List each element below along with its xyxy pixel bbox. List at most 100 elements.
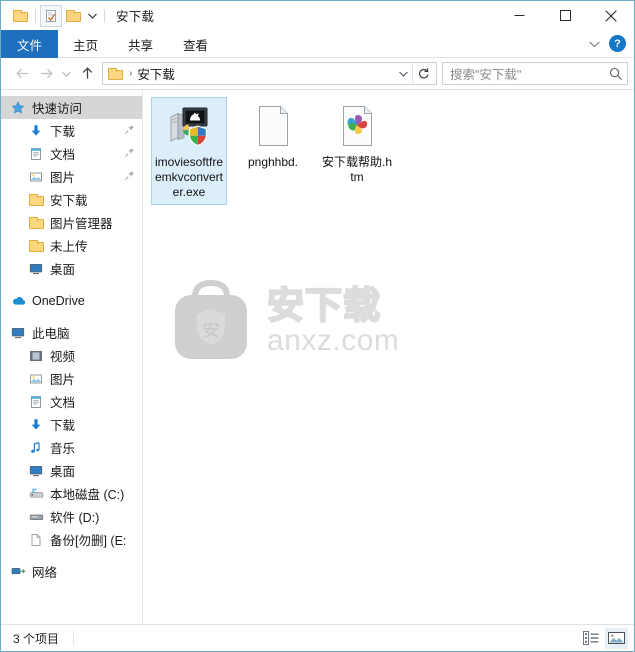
qat-folder-icon[interactable] [9, 5, 31, 27]
sidebar-item-label: 图片管理器 [50, 217, 113, 231]
back-arrow-icon [15, 68, 28, 79]
navigation-bar: › 安下载 搜索"安下载" [1, 58, 634, 89]
sidebar-item-label: 图片 [50, 171, 76, 185]
sidebar-item-quick-access[interactable]: 快速访问 [1, 96, 142, 119]
tab-file[interactable]: 文件 [1, 30, 59, 58]
file-grid: imoviesoftfreemkvconverter.exe pnghhbd. [143, 90, 634, 207]
sidebar-item-music[interactable]: 音乐 [1, 436, 142, 459]
search-box[interactable]: 搜索"安下载" [442, 62, 628, 85]
sidebar-item-downloads-qa[interactable]: 下载 [1, 119, 142, 142]
pin-icon[interactable] [124, 147, 138, 161]
sidebar-item-anxiazai[interactable]: 安下载 [1, 188, 142, 211]
ribbon-collapse-button[interactable] [589, 37, 600, 51]
sidebar-item-network[interactable]: 网络 [1, 560, 142, 583]
search-input[interactable]: 搜索"安下载" [450, 64, 609, 83]
sidebar-item-label: 桌面 [50, 263, 76, 277]
sidebar-item-pictures[interactable]: 图片 [1, 367, 142, 390]
maximize-icon [559, 10, 571, 21]
new-folder-icon [65, 9, 81, 22]
window-title: 安下载 [116, 10, 155, 24]
sidebar-item-drive-e[interactable]: 备份[勿删] (E: [1, 528, 142, 551]
back-button[interactable] [10, 62, 34, 86]
chevron-down-icon [87, 13, 97, 19]
tab-home[interactable]: 主页 [58, 30, 113, 58]
maximize-button[interactable] [542, 1, 588, 30]
item-count: 3 个项目 [13, 631, 60, 646]
sidebar-item-videos[interactable]: 视频 [1, 344, 142, 367]
sidebar-item-pictures-qa[interactable]: 图片 [1, 165, 142, 188]
sidebar-item-label: 未上传 [50, 240, 88, 254]
address-dropdown-button[interactable] [394, 71, 412, 77]
videos-icon [28, 348, 44, 364]
drive-icon [28, 509, 44, 525]
blank-drive-icon [28, 532, 44, 548]
shield-char: 安 [203, 321, 220, 340]
sidebar-item-label: 下载 [50, 125, 76, 139]
file-name: pnghhbd. [247, 155, 299, 169]
pictures-icon [28, 169, 44, 185]
installer-exe-icon [165, 102, 213, 150]
qat-separator-2 [104, 8, 105, 23]
file-item[interactable]: imoviesoftfreemkvconverter.exe [151, 97, 227, 205]
file-item[interactable]: 安下载帮助.htm [319, 97, 395, 205]
sidebar-item-downloads[interactable]: 下载 [1, 413, 142, 436]
folder-icon [28, 238, 44, 254]
search-icon[interactable] [609, 67, 623, 81]
sidebar-item-documents[interactable]: 文档 [1, 390, 142, 413]
properties-checkmark-icon [46, 9, 56, 22]
help-button[interactable]: ? [609, 35, 626, 52]
qat-properties-button[interactable] [40, 4, 62, 27]
sidebar-item-this-pc[interactable]: 此电脑 [1, 321, 142, 344]
watermark-text: 安下载 anxz.com [266, 286, 399, 356]
sidebar-item-label: 文档 [50, 396, 76, 410]
documents-icon [28, 146, 44, 162]
sidebar-item-picture-manager[interactable]: 图片管理器 [1, 211, 142, 234]
breadcrumb-separator[interactable]: › [129, 68, 132, 79]
sidebar-item-desktop-qa[interactable]: 桌面 [1, 257, 142, 280]
sidebar-item-drive-d[interactable]: 软件 (D:) [1, 505, 142, 528]
details-view-button[interactable] [579, 628, 602, 649]
sidebar-item-desktop[interactable]: 桌面 [1, 459, 142, 482]
tab-share[interactable]: 共享 [113, 30, 168, 58]
sidebar-item-label: 文档 [50, 148, 76, 162]
qat-customize-button[interactable] [84, 5, 100, 27]
network-icon [10, 564, 26, 580]
file-item[interactable]: pnghhbd. [235, 97, 311, 205]
address-bar[interactable]: › 安下载 [102, 62, 437, 85]
forward-button[interactable] [34, 62, 58, 86]
html-pinwheel-icon [333, 102, 381, 150]
close-button[interactable] [588, 1, 634, 30]
window-controls [496, 1, 634, 30]
breadcrumb-current-folder[interactable]: 安下载 [137, 64, 175, 83]
sidebar-item-label: 此电脑 [32, 327, 70, 341]
onedrive-cloud-icon [10, 293, 26, 309]
tab-view[interactable]: 查看 [168, 30, 223, 58]
pin-icon[interactable] [124, 124, 138, 138]
documents-icon [28, 394, 44, 410]
navigation-pane[interactable]: 快速访问 下载 文档 图片 安下载 图片管理器 未上传 桌面 OneDrive … [1, 90, 143, 624]
qat-new-folder-button[interactable] [62, 5, 84, 27]
title-bar: 安下载 [1, 1, 634, 30]
sidebar-item-drive-c[interactable]: 本地磁盘 (C:) [1, 482, 142, 505]
chevron-down-icon [589, 41, 600, 47]
sidebar-item-not-uploaded[interactable]: 未上传 [1, 234, 142, 257]
minimize-button[interactable] [496, 1, 542, 30]
folder-icon [28, 215, 44, 231]
this-pc-icon [10, 325, 26, 341]
file-list-pane[interactable]: imoviesoftfreemkvconverter.exe pnghhbd. [143, 90, 634, 624]
sidebar-item-label: 快速访问 [32, 102, 83, 116]
up-button[interactable] [75, 62, 99, 86]
sidebar-item-onedrive[interactable]: OneDrive [1, 289, 142, 312]
details-view-icon [582, 631, 598, 645]
large-icons-view-button[interactable] [605, 627, 628, 649]
pin-icon[interactable] [124, 170, 138, 184]
refresh-button[interactable] [412, 62, 434, 85]
recent-locations-button[interactable] [58, 62, 75, 86]
watermark: 安 安下载 anxz.com [165, 275, 399, 367]
sidebar-item-documents-qa[interactable]: 文档 [1, 142, 142, 165]
folder-icon [28, 192, 44, 208]
file-name: 安下载帮助.htm [322, 155, 393, 184]
desktop-icon [28, 463, 44, 479]
